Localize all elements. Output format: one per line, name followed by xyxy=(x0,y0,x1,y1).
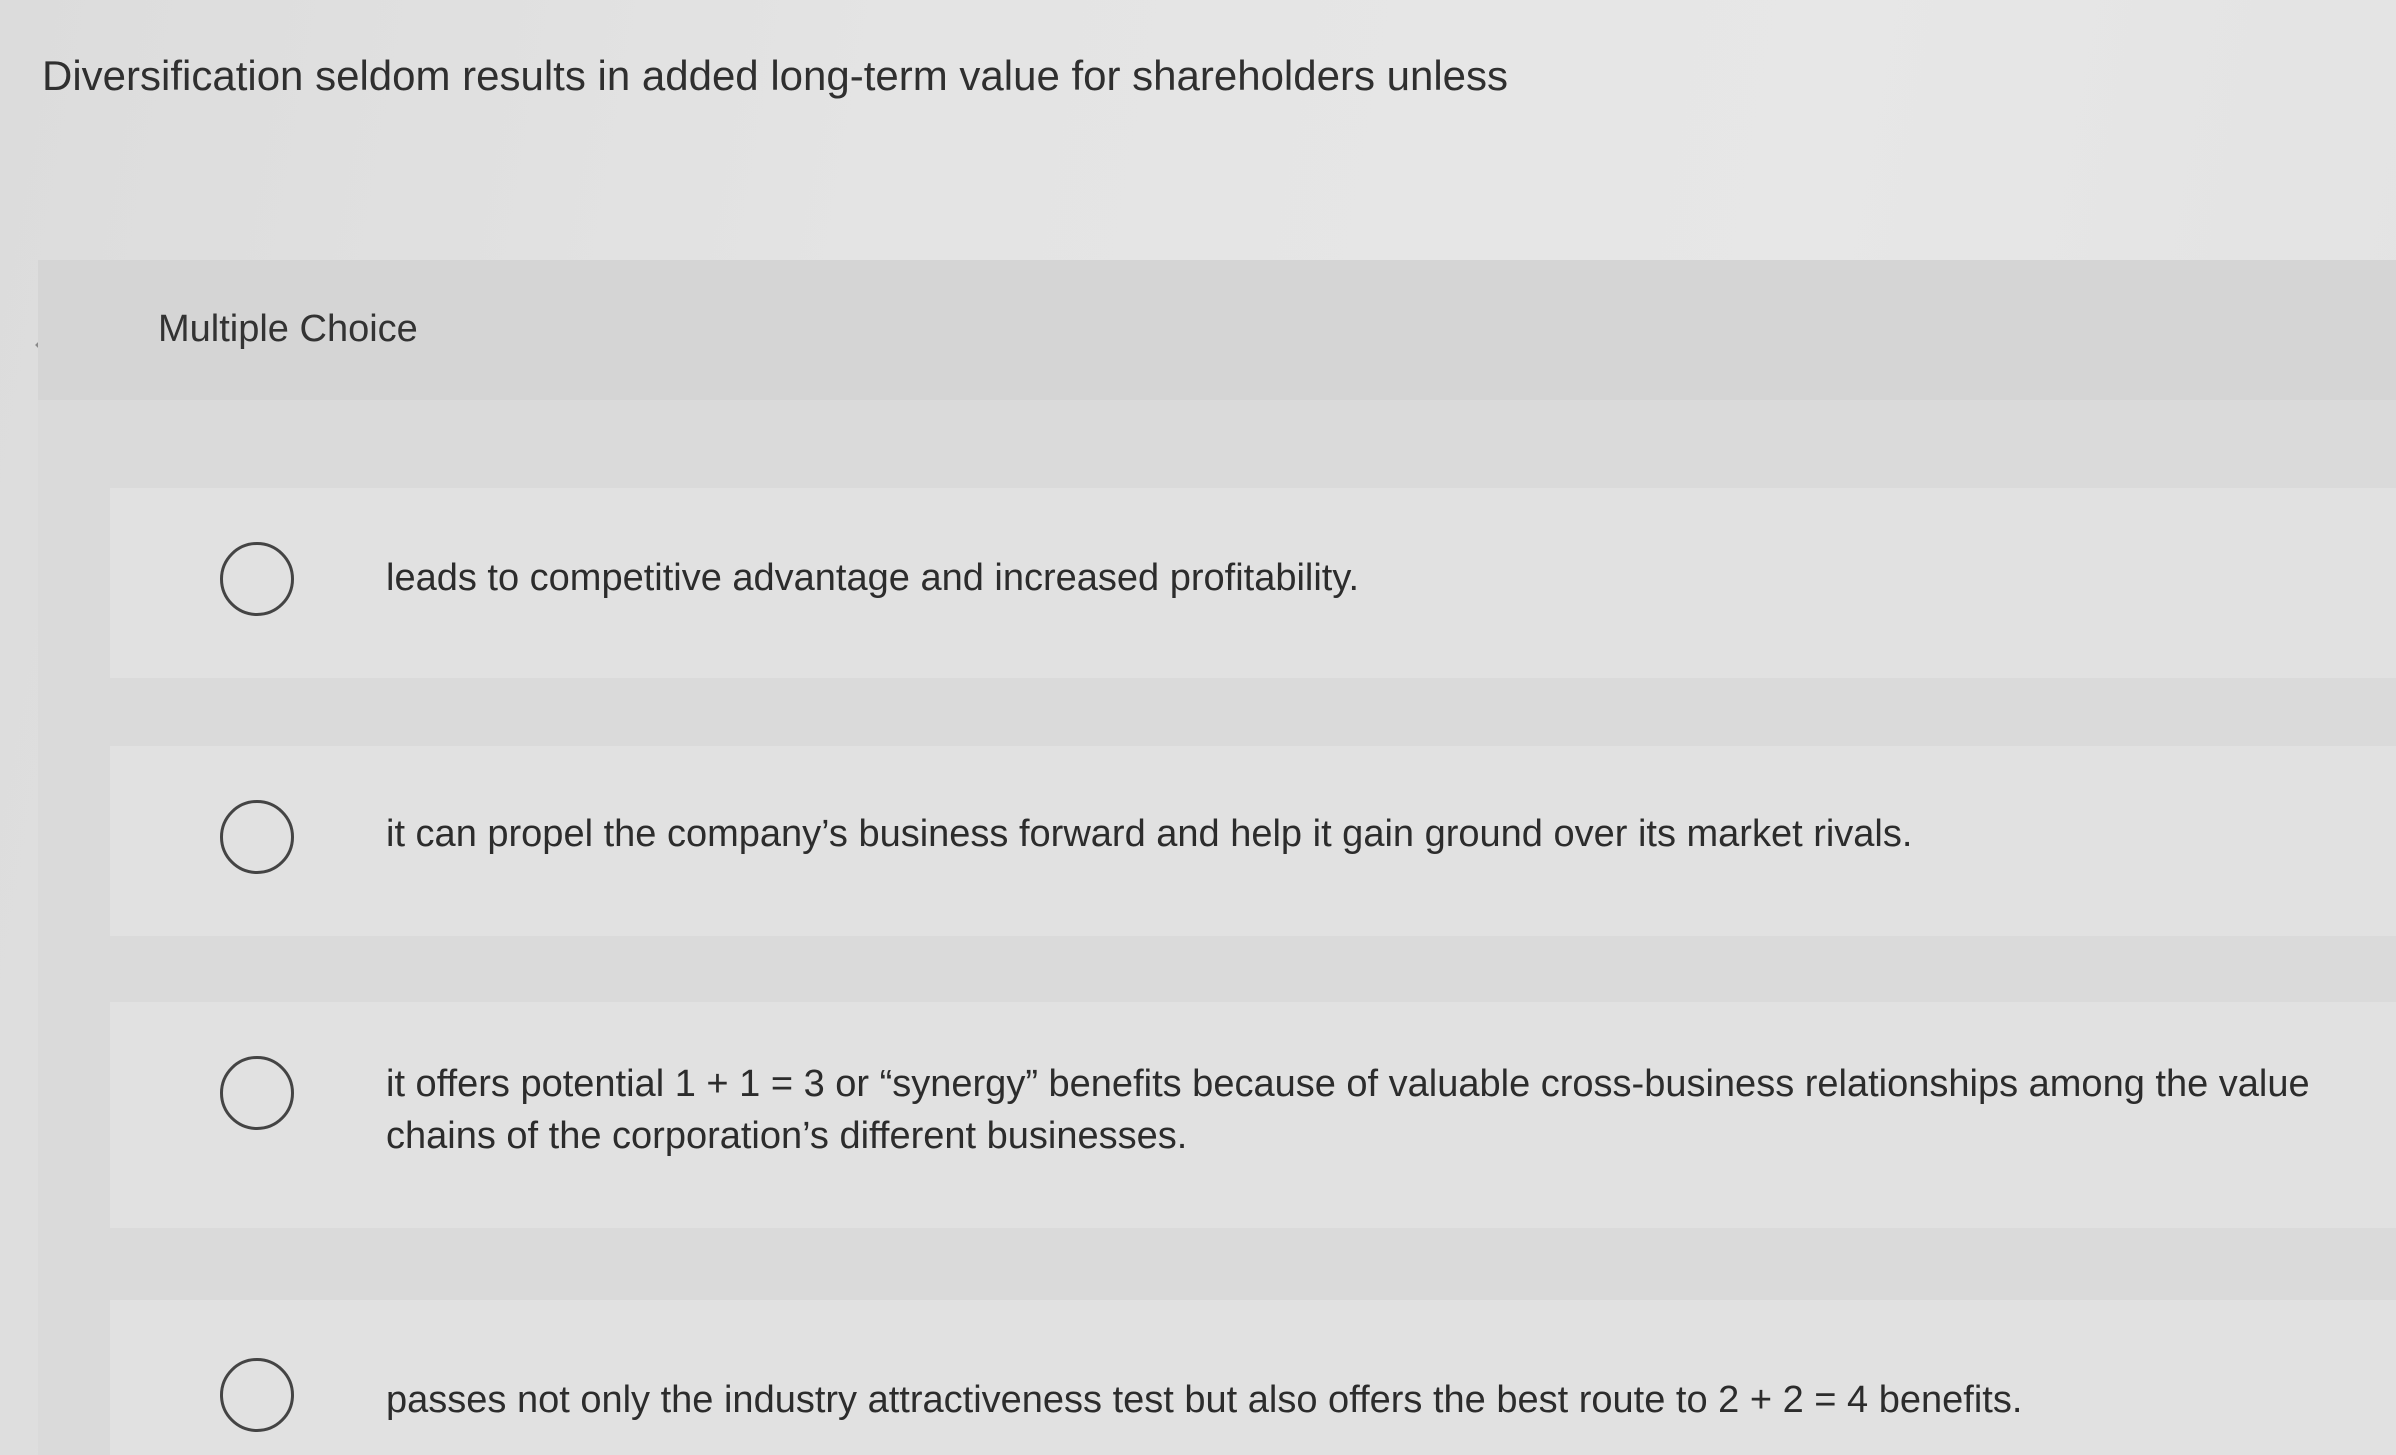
panel-header: Multiple Choice xyxy=(38,260,2396,400)
question-text: Diversification seldom results in added … xyxy=(42,52,1509,99)
answer-option-4[interactable]: passes not only the industry attractiven… xyxy=(110,1300,2396,1455)
option-1-text: leads to competitive advantage and incre… xyxy=(386,557,1360,599)
answer-option-1[interactable]: leads to competitive advantage and incre… xyxy=(110,488,2396,678)
question-type-label: Multiple Choice xyxy=(158,308,418,350)
answer-option-2[interactable]: it can propel the company’s business for… xyxy=(110,746,2396,936)
option-3-text: it offers potential 1 + 1 = 3 or “synerg… xyxy=(386,1063,2310,1157)
answer-option-3[interactable]: it offers potential 1 + 1 = 3 or “synerg… xyxy=(110,1002,2396,1228)
radio-option-1[interactable] xyxy=(220,542,294,616)
multiple-choice-panel: Multiple Choice leads to competitive adv… xyxy=(38,260,2396,1455)
option-4-text: passes not only the industry attractiven… xyxy=(386,1379,2023,1421)
option-2-text: it can propel the company’s business for… xyxy=(386,813,1913,855)
radio-option-4[interactable] xyxy=(220,1358,294,1432)
radio-option-3[interactable] xyxy=(220,1056,294,1130)
radio-option-2[interactable] xyxy=(220,800,294,874)
